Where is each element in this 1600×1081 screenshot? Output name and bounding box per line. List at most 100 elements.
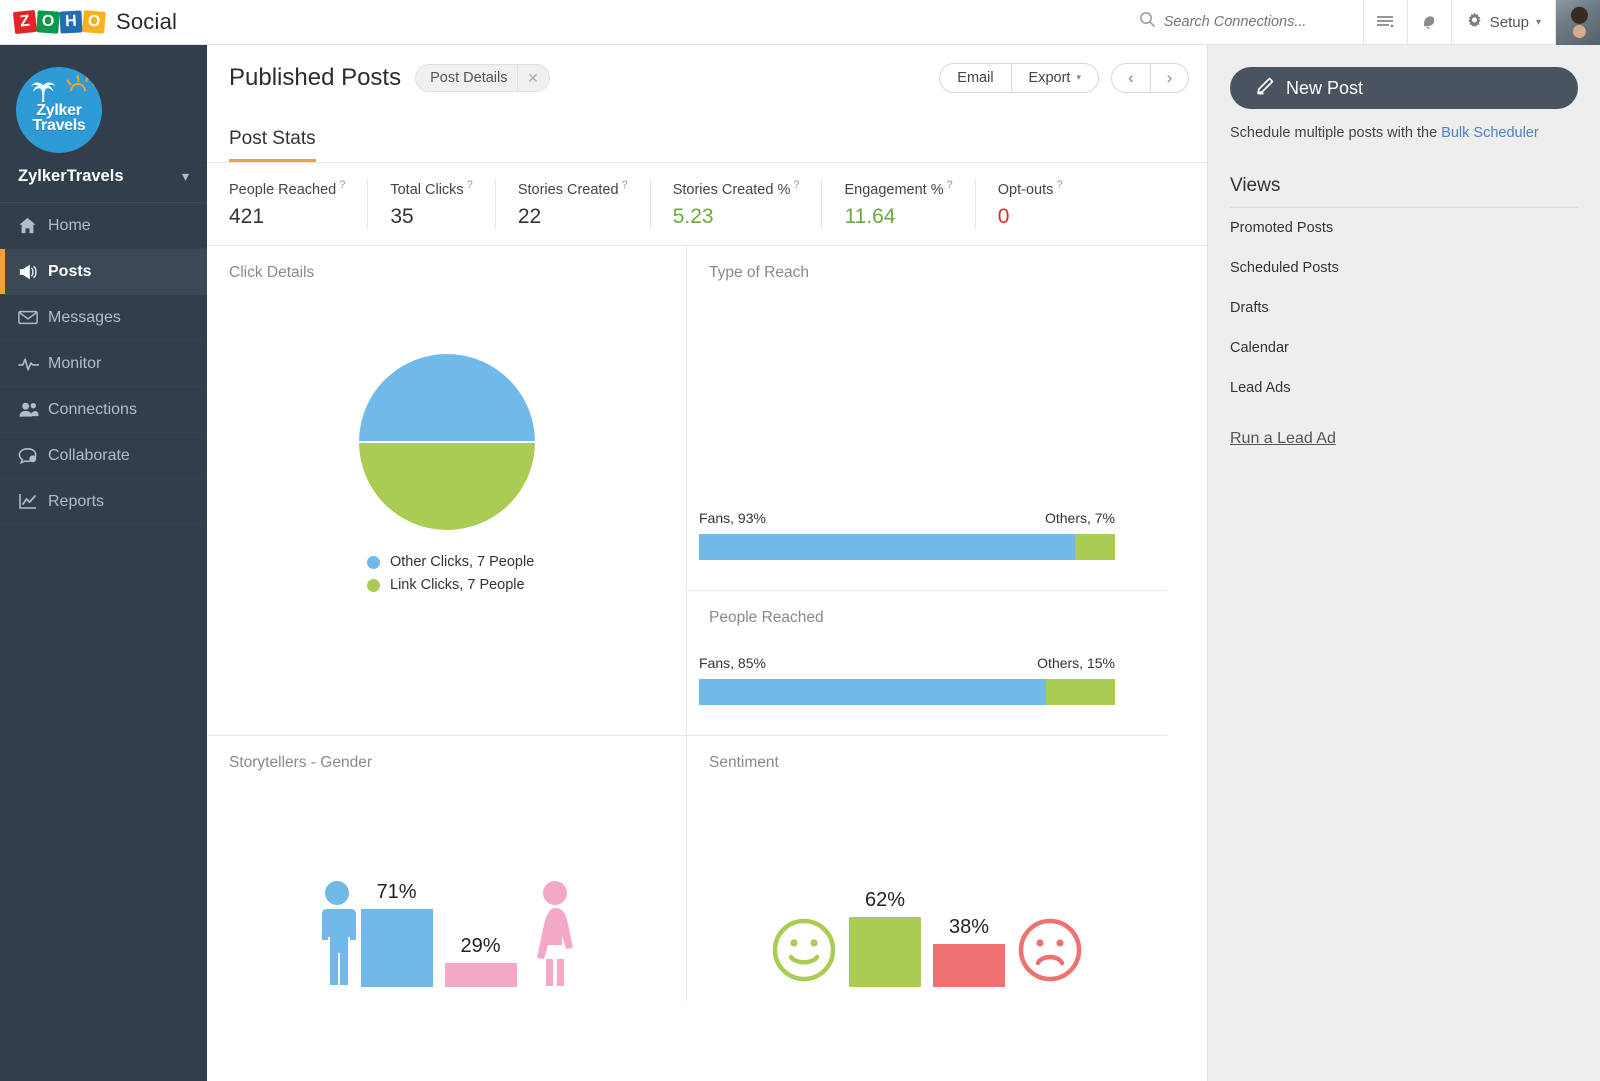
post-details-chip[interactable]: Post Details ✕ [415,63,551,92]
stat-value: 11.64 [844,204,896,228]
pie-chart [207,354,686,530]
header-actions: Email Export ▾ ‹ › [939,62,1189,93]
avatar-image [1556,0,1600,45]
pie-slices [358,354,535,530]
zoho-logo[interactable]: Z O H O Social [12,9,177,35]
main-header: Published Posts Post Details ✕ Email Exp… [207,45,1207,110]
stat-value: 0 [997,204,1010,228]
others-segment [1075,534,1115,560]
home-icon [18,216,44,235]
female-percent-label: 29% [460,935,501,957]
brand-logo[interactable]: Zylker Travels [16,67,102,153]
panel-left: Click Details Other Clicks, 7 People Lin… [207,246,687,1001]
legend-item: Other Clicks, 7 People [367,554,686,570]
stat-value: 5.23 [672,204,714,228]
activity-feed-icon[interactable] [1362,0,1407,45]
sidebar-item-home[interactable]: Home [0,203,207,249]
legend-swatch-link-clicks [367,578,380,592]
female-figure-icon [529,879,581,987]
view-item-drafts[interactable]: Drafts [1208,288,1600,328]
view-item-calendar[interactable]: Calendar [1208,328,1600,368]
sidebar-item-connections[interactable]: Connections [0,387,207,433]
sun-ray [92,79,98,86]
search-icon [1139,11,1156,33]
run-a-lead-ad-link[interactable]: Run a Lead Ad [1230,430,1578,448]
bulk-scheduler-link[interactable]: Bulk Scheduler [1441,125,1539,141]
zoho-letter-z: Z [12,9,38,35]
stat-label: Opt-outs? [997,179,1063,198]
chevron-down-icon: ▾ [1076,72,1081,82]
negative-bar-group: 38% [933,916,1005,987]
bar-labels: Fans, 93% Others, 7% [699,510,1115,526]
stat-value: 421 [229,204,265,228]
female-bar [444,963,517,987]
positive-bar [849,917,921,987]
view-item-promoted-posts[interactable]: Promoted Posts [1208,208,1600,248]
help-icon[interactable]: ? [467,179,473,191]
stacked-bar [699,679,1115,705]
pencil-icon [1256,77,1274,100]
tab-post-stats[interactable]: Post Stats [229,128,316,162]
search-box[interactable] [1133,0,1363,45]
setup-menu[interactable]: Setup ▾ [1450,0,1555,45]
megaphone-icon [18,263,44,281]
next-page-button[interactable]: › [1150,63,1188,92]
type-of-reach-panel: Type of Reach Fans, 93% Others, 7% [687,246,1167,591]
stacked-bar [699,534,1115,560]
fans-segment [699,534,1076,560]
stat-label: Stories Created %? [672,179,800,198]
brand-selector[interactable]: ZylkerTravels ▾ [0,153,207,203]
right-panel: New Post Schedule multiple posts with th… [1207,45,1600,1081]
legend-swatch-other-clicks [367,555,380,569]
positive-percent-label: 62% [864,889,906,911]
close-icon[interactable]: ✕ [517,64,547,91]
help-icon[interactable]: ? [1056,179,1062,191]
male-figure-icon [313,879,361,987]
click-details-title: Click Details [229,264,315,281]
sidebar-item-label: Home [48,216,91,234]
zoho-letter-h: H [59,10,83,34]
email-button[interactable]: Email [940,64,1010,92]
stat-value: 22 [517,204,542,228]
help-icon[interactable]: ? [947,179,953,191]
help-icon[interactable]: ? [793,179,799,191]
sidebar-item-label: Monitor [48,354,102,372]
user-avatar[interactable] [1555,0,1600,45]
pulse-icon [18,356,44,371]
notifications-bell-icon[interactable] [1406,0,1451,45]
brand-block: Zylker Travels ZylkerTravels ▾ [0,45,207,203]
sidebar-item-posts[interactable]: Posts [0,249,207,295]
gear-icon [1466,12,1483,33]
view-item-lead-ads[interactable]: Lead Ads [1208,368,1600,408]
main-content: Published Posts Post Details ✕ Email Exp… [207,45,1207,1081]
fans-segment [699,679,1047,705]
sidebar-item-reports[interactable]: Reports [0,479,207,525]
panel-right: Type of Reach Fans, 93% Others, 7% Peopl… [687,246,1167,1001]
sidebar-item-label: Collaborate [48,446,130,464]
views-title: Views [1230,175,1281,196]
help-icon[interactable]: ? [339,179,345,191]
stat-label: Total Clicks? [390,179,473,198]
view-item-scheduled-posts[interactable]: Scheduled Posts [1208,248,1600,288]
search-input[interactable] [1163,14,1363,30]
sentiment-chart: 62% 38% [687,889,1167,987]
page-title: Published Posts [229,63,402,91]
section-tabs: Post Stats [207,110,1207,163]
sun-icon [70,83,86,91]
email-export-group: Email Export ▾ [939,62,1099,93]
sidebar-item-messages[interactable]: Messages [0,295,207,341]
export-button[interactable]: Export ▾ [1010,63,1098,92]
sidebar-item-monitor[interactable]: Monitor [0,341,207,387]
previous-page-button[interactable]: ‹ [1112,64,1150,92]
legend-label: Other Clicks, 7 People [390,554,535,570]
sidebar-item-label: Reports [48,492,105,510]
male-bar [360,909,433,987]
new-post-button[interactable]: New Post [1230,67,1578,109]
stat-opt-outs: Opt-outs? 0 [998,179,1085,229]
help-icon[interactable]: ? [622,179,628,191]
type-of-reach-chart: Fans, 93% Others, 7% [699,510,1115,560]
sidebar-item-collaborate[interactable]: Collaborate [0,433,207,479]
gender-chart: 71% 29% [207,879,686,987]
schedule-hint-text: Schedule multiple posts with the [1230,125,1442,141]
palm-tree-icon [31,82,56,102]
